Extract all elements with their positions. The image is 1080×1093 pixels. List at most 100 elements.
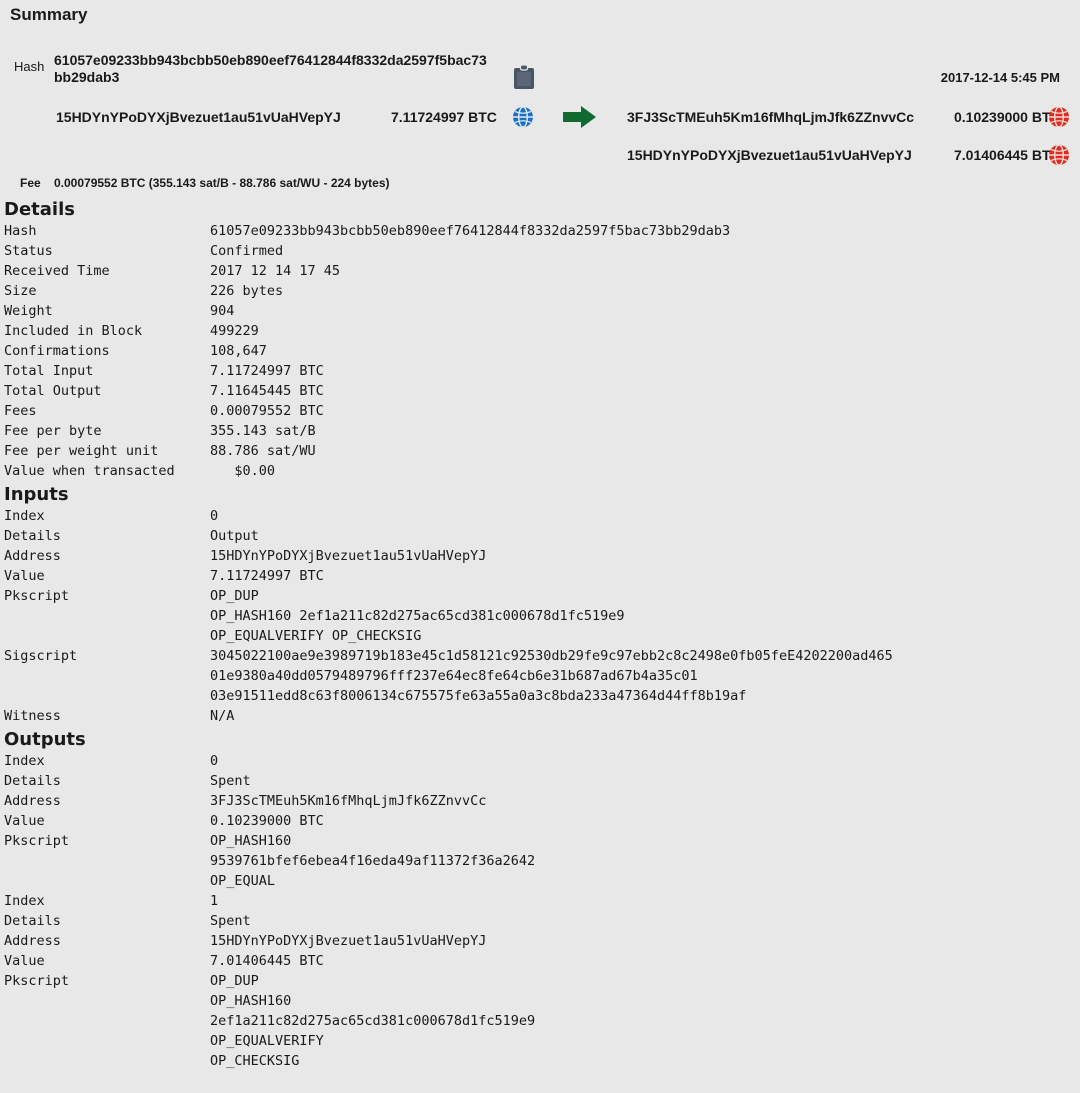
detail-key: Size	[4, 283, 37, 299]
detail-value: 7.11645445 BTC	[210, 383, 324, 399]
detail-row: Index 0	[4, 751, 1080, 771]
detail-key: Received Time	[4, 263, 110, 279]
detail-value-continuation: OP_HASH160	[210, 993, 292, 1009]
detail-row: Pkscript OP_DUP	[4, 586, 1080, 606]
detail-row: Address 3FJ3ScTMEuh5Km16fMhqLjmJfk6ZZnvvC…	[4, 791, 1080, 811]
detail-value: OP_DUP	[210, 588, 259, 604]
detail-value: 3045022100ae9e3989719b183e45c1d58121c925…	[210, 648, 893, 664]
blue-globe-icon[interactable]	[512, 106, 534, 133]
summary-title: Summary	[10, 5, 88, 24]
inputs-rows: Index 0 Details Output Address 15HDYnYPoDYXjB…	[4, 506, 1080, 726]
detail-key: Address	[4, 933, 61, 949]
detail-value-continuation: 2ef1a211c82d275ac65cd381c000678d1fc519e9	[210, 1013, 536, 1029]
detail-row: Fees 0.00079552 BTC	[4, 401, 1080, 421]
detail-row: Size 226 bytes	[4, 281, 1080, 301]
detail-row: Value 0.10239000 BTC	[4, 811, 1080, 831]
detail-value: 226 bytes	[210, 283, 284, 299]
detail-key: Address	[4, 548, 61, 564]
detail-row: Value when transacted $0.00	[4, 461, 1080, 481]
detail-row: Status Confirmed	[4, 241, 1080, 261]
detail-row: Total Input 7.11724997 BTC	[4, 361, 1080, 381]
details-title: Details	[4, 199, 75, 220]
detail-key: Witness	[4, 708, 61, 724]
detail-key: Pkscript	[4, 973, 70, 989]
detail-value-continuation: OP_CHECKSIG	[210, 1053, 300, 1069]
red-globe-icon-0[interactable]	[1048, 106, 1070, 133]
summary-grid: Hash 61057e09233bb943bcbb50eb890eef76412…	[10, 28, 1070, 168]
fee-row: Fee 0.00079552 BTC (355.143 sat/B - 88.7…	[10, 172, 1070, 196]
detail-value-continuation: OP_EQUALVERIFY OP_CHECKSIG	[210, 628, 422, 644]
detail-value: 15HDYnYPoDYXjBvezuet1au51vUaHVepYJ	[210, 933, 487, 949]
detail-value: 1	[210, 893, 219, 909]
detail-row: Total Output 7.11645445 BTC	[4, 381, 1080, 401]
detail-key: Fee per byte	[4, 423, 102, 439]
detail-key: Pkscript	[4, 588, 70, 604]
summary-output-address-1[interactable]: 15HDYnYPoDYXjBvezuet1au51vUaHVepYJ	[627, 147, 912, 163]
detail-key: Value	[4, 813, 45, 829]
detail-row: Address 15HDYnYPoDYXjBvezuet1au51vUaHVepY…	[4, 931, 1080, 951]
detail-key: Index	[4, 508, 45, 524]
outputs-rows: Index 0 Details Spent Address 3FJ3ScTMEuh5Km1…	[4, 751, 1080, 1071]
detail-value: 0	[210, 508, 219, 524]
detail-key: Address	[4, 793, 61, 809]
summary-output-amount-0: 0.10239000 BTC	[954, 109, 1061, 125]
detail-key: Sigscript	[4, 648, 78, 664]
detail-value: Output	[210, 528, 259, 544]
detail-value-continuation: OP_EQUAL	[210, 873, 276, 889]
outputs-title: Outputs	[4, 729, 86, 750]
detail-row: Details Spent	[4, 911, 1080, 931]
detail-value: 0.10239000 BTC	[210, 813, 324, 829]
detail-value: 61057e09233bb943bcbb50eb890eef76412844f8…	[210, 223, 731, 239]
detail-key: Fees	[4, 403, 37, 419]
detail-row: Index 1	[4, 891, 1080, 911]
detail-row: Value 7.11724997 BTC	[4, 566, 1080, 586]
detail-row: Value 7.01406445 BTC	[4, 951, 1080, 971]
detail-key: Value	[4, 953, 45, 969]
green-arrow-icon	[562, 104, 598, 135]
details-section: Details Hash 61057e09233bb943bcbb50eb890e…	[0, 198, 1080, 481]
inputs-title: Inputs	[4, 484, 69, 505]
summary-output-address-0[interactable]: 3FJ3ScTMEuh5Km16fMhqLjmJfk6ZZnvvCc	[627, 109, 914, 125]
detail-value: 7.11724997 BTC	[210, 568, 324, 584]
detail-value: 7.11724997 BTC	[210, 363, 324, 379]
clipboard-icon[interactable]	[512, 64, 536, 95]
detail-row: Included in Block 499229	[4, 321, 1080, 341]
detail-value: Spent	[210, 913, 251, 929]
detail-value-continuation: OP_HASH160 2ef1a211c82d275ac65cd381c0006…	[210, 608, 625, 624]
detail-value: 0.00079552 BTC	[210, 403, 324, 419]
detail-key: Details	[4, 773, 61, 789]
detail-key: Weight	[4, 303, 53, 319]
summary-hash-label: Hash	[14, 59, 45, 74]
detail-row: Pkscript OP_DUP	[4, 971, 1080, 991]
summary-timestamp: 2017-12-14 5:45 PM	[940, 70, 1060, 85]
detail-value: 7.01406445 BTC	[210, 953, 324, 969]
detail-value: 3FJ3ScTMEuh5Km16fMhqLjmJfk6ZZnvvCc	[210, 793, 487, 809]
detail-value: 904	[210, 303, 235, 319]
detail-key: Total Output	[4, 383, 102, 399]
detail-key: Included in Block	[4, 323, 143, 339]
detail-value: OP_DUP	[210, 973, 259, 989]
detail-key: Total Input	[4, 363, 94, 379]
outputs-section: Outputs Index 0 Details Spent Address 3FJ3ScT…	[0, 728, 1080, 1071]
detail-value: $0.00	[210, 463, 276, 479]
red-globe-icon-1[interactable]	[1048, 144, 1070, 171]
summary-input-address-0[interactable]: 15HDYnYPoDYXjBvezuet1au51vUaHVepYJ	[56, 109, 341, 125]
detail-row: Hash 61057e09233bb943bcbb50eb890eef764128…	[4, 221, 1080, 241]
detail-value: OP_HASH160	[210, 833, 292, 849]
summary-hash-value: 61057e09233bb943bcbb50eb890eef76412844f8…	[54, 52, 487, 85]
detail-key: Fee per weight unit	[4, 443, 167, 459]
detail-row: Weight 904	[4, 301, 1080, 321]
detail-value-continuation: 9539761bfef6ebea4f16eda49af11372f36a2642	[210, 853, 536, 869]
detail-row: Index 0	[4, 506, 1080, 526]
detail-value: 0	[210, 753, 219, 769]
fee-value: 0.00079552 BTC (355.143 sat/B - 88.786 s…	[54, 176, 390, 190]
detail-value-continuation: 01e9380a40dd0579489796fff237e64ec8fe64cb…	[210, 668, 698, 684]
detail-key: Index	[4, 893, 45, 909]
detail-value: Confirmed	[210, 243, 284, 259]
detail-row: Received Time 2017 12 14 17 45	[4, 261, 1080, 281]
detail-row: Fee per byte 355.143 sat/B	[4, 421, 1080, 441]
detail-row: Witness N/A	[4, 706, 1080, 726]
detail-key: Confirmations	[4, 343, 110, 359]
detail-row: Details Output	[4, 526, 1080, 546]
detail-key: Index	[4, 753, 45, 769]
